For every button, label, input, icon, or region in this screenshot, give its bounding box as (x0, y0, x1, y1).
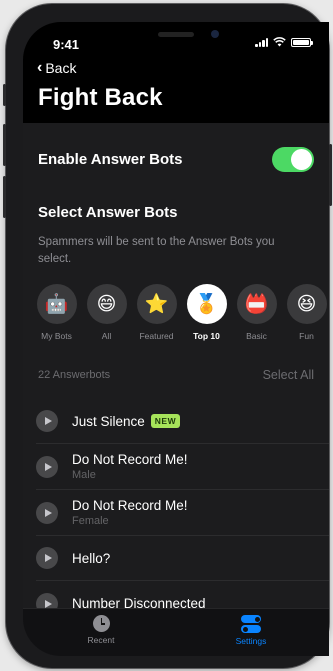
list-item-text: Just Silence NEW (72, 413, 181, 429)
page-title: Fight Back (38, 84, 163, 111)
list-item[interactable]: Do Not Record Me! Male (36, 444, 329, 490)
list-item-text: Hello? (72, 551, 110, 566)
new-badge: NEW (150, 414, 181, 428)
play-icon[interactable] (36, 455, 58, 478)
app-screen: 9:41 ‹ Back Fight Back Enable Answer Bot… (23, 22, 329, 656)
enable-answer-bots-label: Enable Answer Bots (38, 150, 183, 168)
status-time: 9:41 (53, 37, 80, 52)
front-camera (211, 30, 219, 38)
select-answer-bots-title: Select Answer Bots (38, 204, 178, 221)
list-item[interactable]: Just Silence NEW (36, 399, 329, 444)
list-item-text: Do Not Record Me! Male (72, 452, 188, 481)
tab-recent-label: Recent (87, 635, 115, 645)
volume-up-button (3, 124, 6, 166)
category-label: Featured (139, 331, 174, 341)
tab-settings[interactable]: Settings (211, 615, 291, 646)
status-icons (255, 37, 313, 47)
chevron-left-icon: ‹ (37, 59, 43, 76)
enable-answer-bots-toggle[interactable] (272, 146, 314, 172)
category-featured[interactable]: ⭐ Featured (136, 284, 177, 341)
medal-icon: 🏅 (186, 284, 227, 324)
category-my-bots[interactable]: 🤖 My Bots (36, 284, 77, 341)
category-label: Fun (299, 331, 314, 341)
tab-settings-label: Settings (235, 636, 267, 646)
list-item-name: Just Silence (72, 413, 145, 429)
side-button (3, 84, 6, 106)
list-item-name: Do Not Record Me! (72, 498, 188, 513)
tab-bar: Recent Settings (23, 608, 329, 656)
answerbot-count: 22 Answerbots (38, 369, 111, 381)
hello-sticker-icon: 📛 (236, 284, 277, 324)
list-item-subtitle: Female (72, 515, 109, 527)
play-icon[interactable] (36, 547, 58, 569)
category-label: My Bots (41, 331, 72, 341)
tab-recent[interactable]: Recent (61, 615, 141, 645)
category-carousel[interactable]: 🤖 My Bots 😄 All ⭐ Featured 🏅 Top 10 📛 Ba… (36, 284, 327, 341)
list-item-title-row: Just Silence NEW (72, 413, 181, 429)
select-all-button[interactable]: Select All (263, 368, 314, 382)
play-icon[interactable] (36, 501, 58, 524)
clock-icon (92, 615, 110, 632)
battery-icon (291, 37, 313, 47)
toggle-knob (291, 148, 312, 170)
category-basic[interactable]: 📛 Basic (236, 284, 277, 341)
power-button (329, 144, 332, 206)
phone-frame: 9:41 ‹ Back Fight Back Enable Answer Bot… (3, 4, 332, 668)
list-item-name: Do Not Record Me! (72, 452, 188, 467)
select-answer-bots-description: Spammers will be sent to the Answer Bots… (38, 236, 275, 265)
category-all[interactable]: 😄 All (86, 284, 127, 341)
volume-down-button (3, 176, 6, 218)
speaker-grille (158, 32, 194, 37)
settings-toggles-icon (241, 615, 261, 633)
category-label: Basic (246, 331, 267, 341)
list-item[interactable]: Hello? (36, 536, 329, 581)
play-icon[interactable] (36, 410, 58, 432)
back-label: Back (45, 60, 77, 76)
list-header: 22 Answerbots Select All (38, 368, 314, 382)
cellular-signal-icon (255, 37, 268, 47)
wifi-icon (273, 37, 286, 47)
category-label: Top 10 (193, 331, 220, 341)
enable-answer-bots-row: Enable Answer Bots (38, 146, 314, 172)
list-item[interactable]: Do Not Record Me! Female (36, 490, 329, 536)
laughing-face-icon: 😆 (286, 284, 327, 324)
star-icon: ⭐ (136, 284, 177, 324)
robot-icon: 🤖 (36, 284, 77, 324)
back-button[interactable]: ‹ Back (37, 59, 76, 77)
answerbot-list: Just Silence NEW Do Not Record Me! Male … (36, 399, 329, 626)
list-item-name: Hello? (72, 550, 111, 566)
category-fun[interactable]: 😆 Fun (286, 284, 327, 341)
device-notch (103, 22, 257, 52)
category-top-10[interactable]: 🏅 Top 10 (186, 284, 227, 341)
list-item-text: Do Not Record Me! Female (72, 498, 188, 527)
faces-icon: 😄 (86, 284, 127, 324)
list-item-subtitle: Male (72, 469, 96, 481)
category-label: All (101, 331, 112, 341)
